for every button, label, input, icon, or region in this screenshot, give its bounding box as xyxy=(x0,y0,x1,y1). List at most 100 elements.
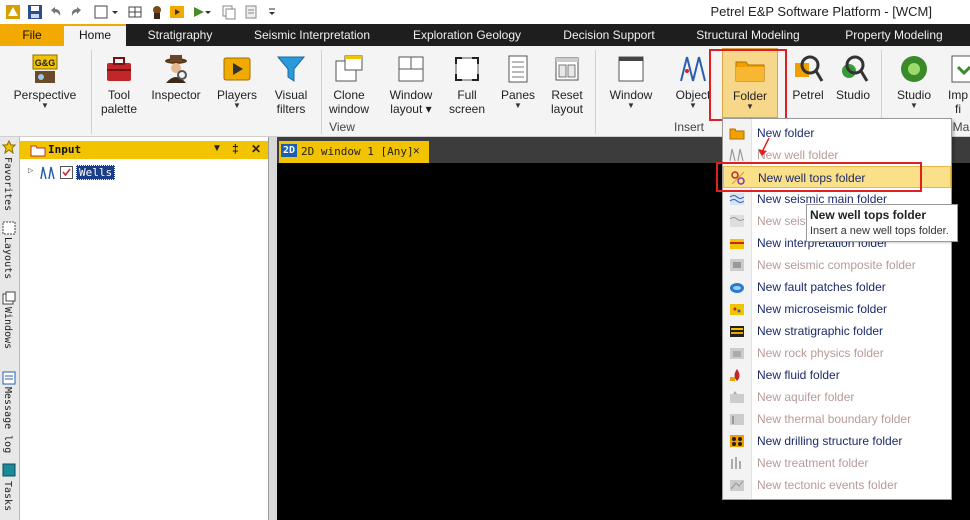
full-screen-label-1: Full xyxy=(457,88,477,102)
reset-layout-button[interactable]: Reset layout xyxy=(544,48,590,120)
side-tab-message-log[interactable]: Message log xyxy=(2,387,13,453)
red-arrow-icon xyxy=(758,137,770,156)
copy-icon[interactable] xyxy=(220,3,238,21)
clone-window-button[interactable]: Clone window xyxy=(324,48,374,120)
customize-quick-access-icon[interactable] xyxy=(268,3,276,21)
tab-decision-support[interactable]: Decision Support xyxy=(556,24,662,46)
window-icon xyxy=(618,56,644,82)
tectonic-events-folder-icon xyxy=(730,480,744,491)
perspective-badge: G&G xyxy=(35,58,56,68)
studio-label: Studio xyxy=(835,88,871,102)
inspector-button[interactable]: Inspector xyxy=(148,48,204,120)
menu-item-label: New seismic composite folder xyxy=(757,258,916,272)
menu-item-stratigraphic-folder[interactable]: New stratigraphic folder xyxy=(723,320,951,342)
close-tab-icon[interactable]: ✕ xyxy=(413,144,420,157)
side-tab-windows[interactable]: Windows xyxy=(2,307,13,349)
pin-icon[interactable]: ‡ xyxy=(232,142,239,156)
insert-window-button[interactable]: Window ▼ xyxy=(604,48,658,120)
menu-item-fault-patches-folder[interactable]: New fault patches folder xyxy=(723,276,951,298)
undo-icon[interactable] xyxy=(46,3,64,21)
tab-exploration-geology[interactable]: Exploration Geology xyxy=(406,24,528,46)
tab-seismic-interpretation[interactable]: Seismic Interpretation xyxy=(246,24,378,46)
full-screen-button[interactable]: Full screen xyxy=(444,48,490,120)
close-panel-icon[interactable]: ✕ xyxy=(251,142,261,156)
seismic-composite-folder-icon xyxy=(730,259,744,271)
import-label-1: Imp xyxy=(947,88,968,102)
side-tab-favorites[interactable]: Favorites xyxy=(2,157,13,211)
import-file-button[interactable]: Imp fi xyxy=(946,48,970,120)
studio-icon xyxy=(901,56,927,82)
dropdown-icon[interactable] xyxy=(111,3,119,21)
expand-triangle-icon[interactable]: ▷ xyxy=(28,166,33,176)
grid-icon[interactable] xyxy=(126,3,144,21)
chevron-down-icon: ▼ xyxy=(910,101,918,110)
side-tab-tasks[interactable]: Tasks xyxy=(2,481,13,511)
inspector-label: Inspector xyxy=(151,88,201,102)
players-label: Players xyxy=(216,88,257,102)
panel-menu-chevron-icon[interactable]: ▼ xyxy=(212,143,222,154)
window-label: Window xyxy=(609,88,653,102)
tool-palette-button[interactable]: Tool palette xyxy=(96,48,142,120)
chevron-down-icon: ▼ xyxy=(514,101,522,110)
menu-item-label: New fluid folder xyxy=(757,368,840,382)
studio-manage-button[interactable]: Studio ▼ xyxy=(888,48,940,120)
menu-item-seismic-composite-folder: New seismic composite folder xyxy=(723,254,951,276)
tab-property-modeling[interactable]: Property Modeling xyxy=(836,24,952,46)
insert-petrel-button[interactable]: Petrel xyxy=(788,48,828,120)
favorites-star-icon xyxy=(1,139,17,157)
new-window-icon[interactable] xyxy=(92,3,110,21)
chevron-down-icon: ▼ xyxy=(627,101,635,110)
visual-filters-button[interactable]: Visual filters xyxy=(266,48,316,120)
rock-physics-folder-icon xyxy=(730,348,744,359)
player-icon[interactable] xyxy=(168,3,186,21)
well-tops-selection-highlight xyxy=(716,162,922,192)
menu-item-label: New thermal boundary folder xyxy=(757,412,912,426)
insert-studio-button[interactable]: Studio xyxy=(832,48,874,120)
document-tab-label: 2D window 1 [Any] xyxy=(301,145,414,158)
menu-item-fluid-folder[interactable]: New fluid folder xyxy=(723,364,951,386)
perspective-button[interactable]: G&G Perspective ▼ xyxy=(8,48,82,120)
players-button[interactable]: Players ▼ xyxy=(212,48,262,120)
panel-splitter[interactable] xyxy=(269,137,277,520)
group-label-insert: Insert xyxy=(673,120,704,134)
full-screen-label-2: screen xyxy=(448,102,486,116)
side-tab-layouts[interactable]: Layouts xyxy=(2,237,13,279)
document-tab-2d-window[interactable]: 2D 2D window 1 [Any] ✕ xyxy=(279,141,429,163)
group-divider xyxy=(91,50,92,134)
microseismic-folder-icon xyxy=(730,304,744,315)
petrel-search-icon xyxy=(795,55,824,82)
tasks-icon xyxy=(2,463,16,480)
tab-file[interactable]: File xyxy=(0,24,64,46)
save-icon[interactable] xyxy=(26,3,44,21)
window-layout-label-1: Window xyxy=(389,88,433,102)
menu-item-label: New fault patches folder xyxy=(757,280,886,294)
inspector-icon[interactable] xyxy=(148,3,166,21)
petrel-label: Petrel xyxy=(792,88,824,102)
menu-item-microseismic-folder[interactable]: New microseismic folder xyxy=(723,298,951,320)
tooltip: New well tops folder Insert a new well t… xyxy=(806,204,958,242)
menu-item-drilling-structure-folder[interactable]: New drilling structure folder xyxy=(723,430,951,452)
tab-stratigraphy[interactable]: Stratigraphy xyxy=(134,24,226,46)
object-icon xyxy=(680,56,706,82)
tool-palette-label-2: palette xyxy=(100,102,138,116)
menu-item-label: New treatment folder xyxy=(757,456,869,470)
window-layout-button[interactable]: Window layout ▾ xyxy=(382,48,440,120)
app-icon[interactable] xyxy=(4,3,22,21)
menu-item-aquifer-folder: New aquifer folder xyxy=(723,386,951,408)
wells-icon xyxy=(40,166,55,180)
window-layout-icon xyxy=(398,56,424,82)
group-label-view: View xyxy=(329,120,355,134)
panes-button[interactable]: Panes ▼ xyxy=(496,48,540,120)
tab-structural-modeling[interactable]: Structural Modeling xyxy=(688,24,808,46)
menu-item-label: New stratigraphic folder xyxy=(757,324,884,338)
clone-window-label-2: window xyxy=(328,102,370,116)
input-panel-title: Input xyxy=(48,143,82,156)
visibility-checkbox-icon[interactable] xyxy=(60,166,73,179)
redo-icon[interactable] xyxy=(68,3,86,21)
visual-filters-label-1: Visual xyxy=(274,88,308,102)
dropdown-icon[interactable] xyxy=(204,3,212,21)
paste-icon[interactable] xyxy=(242,3,260,21)
import-label-2: fi xyxy=(955,102,961,116)
tab-home[interactable]: Home xyxy=(64,24,126,46)
folder-button-highlight xyxy=(709,49,787,121)
